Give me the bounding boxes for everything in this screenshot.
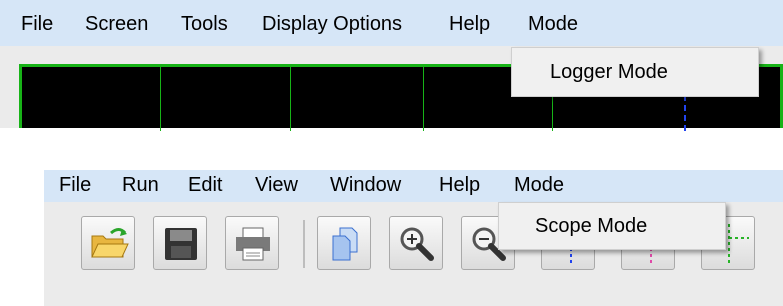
cursor-marker <box>684 95 686 131</box>
menu-edit[interactable]: Edit <box>188 174 222 197</box>
menu-mode[interactable]: Mode <box>514 174 564 197</box>
menu-run[interactable]: Run <box>122 174 159 197</box>
toolbar-separator <box>303 220 305 268</box>
menu-mode[interactable]: Mode <box>528 13 578 36</box>
scope-menubar: File Run Edit View Window Help Mode <box>44 170 783 202</box>
zoom-in-icon <box>400 227 434 261</box>
open-button[interactable] <box>81 216 135 270</box>
mode-dropdown: Scope Mode <box>498 202 726 250</box>
menu-file[interactable]: File <box>21 13 53 36</box>
copy-pages-icon <box>332 227 358 261</box>
grid-line <box>423 67 424 131</box>
save-icon <box>165 228 197 260</box>
copy-button[interactable] <box>317 216 371 270</box>
print-icon <box>236 227 270 261</box>
logger-menubar: File Screen Tools Display Options Help M… <box>0 0 783 46</box>
menu-view[interactable]: View <box>255 174 298 197</box>
menu-tools[interactable]: Tools <box>181 13 228 36</box>
grid-line <box>290 67 291 131</box>
scope-window: File Run Edit View Window Help Mode Scop… <box>44 170 783 306</box>
save-button[interactable] <box>153 216 207 270</box>
menu-window[interactable]: Window <box>330 174 401 197</box>
scope-mode-item[interactable]: Scope Mode <box>535 215 647 238</box>
menu-help[interactable]: Help <box>449 13 490 36</box>
print-button[interactable] <box>225 216 279 270</box>
menu-display-options[interactable]: Display Options <box>262 13 402 36</box>
menu-help[interactable]: Help <box>439 174 480 197</box>
grid-line <box>160 67 161 131</box>
logger-window: File Screen Tools Display Options Help M… <box>0 0 783 131</box>
mode-dropdown: Logger Mode <box>511 47 759 97</box>
logger-mode-item[interactable]: Logger Mode <box>550 61 668 84</box>
open-folder-icon <box>91 228 129 258</box>
zoom-in-button[interactable] <box>389 216 443 270</box>
menu-file[interactable]: File <box>59 174 91 197</box>
menu-screen[interactable]: Screen <box>85 13 148 36</box>
